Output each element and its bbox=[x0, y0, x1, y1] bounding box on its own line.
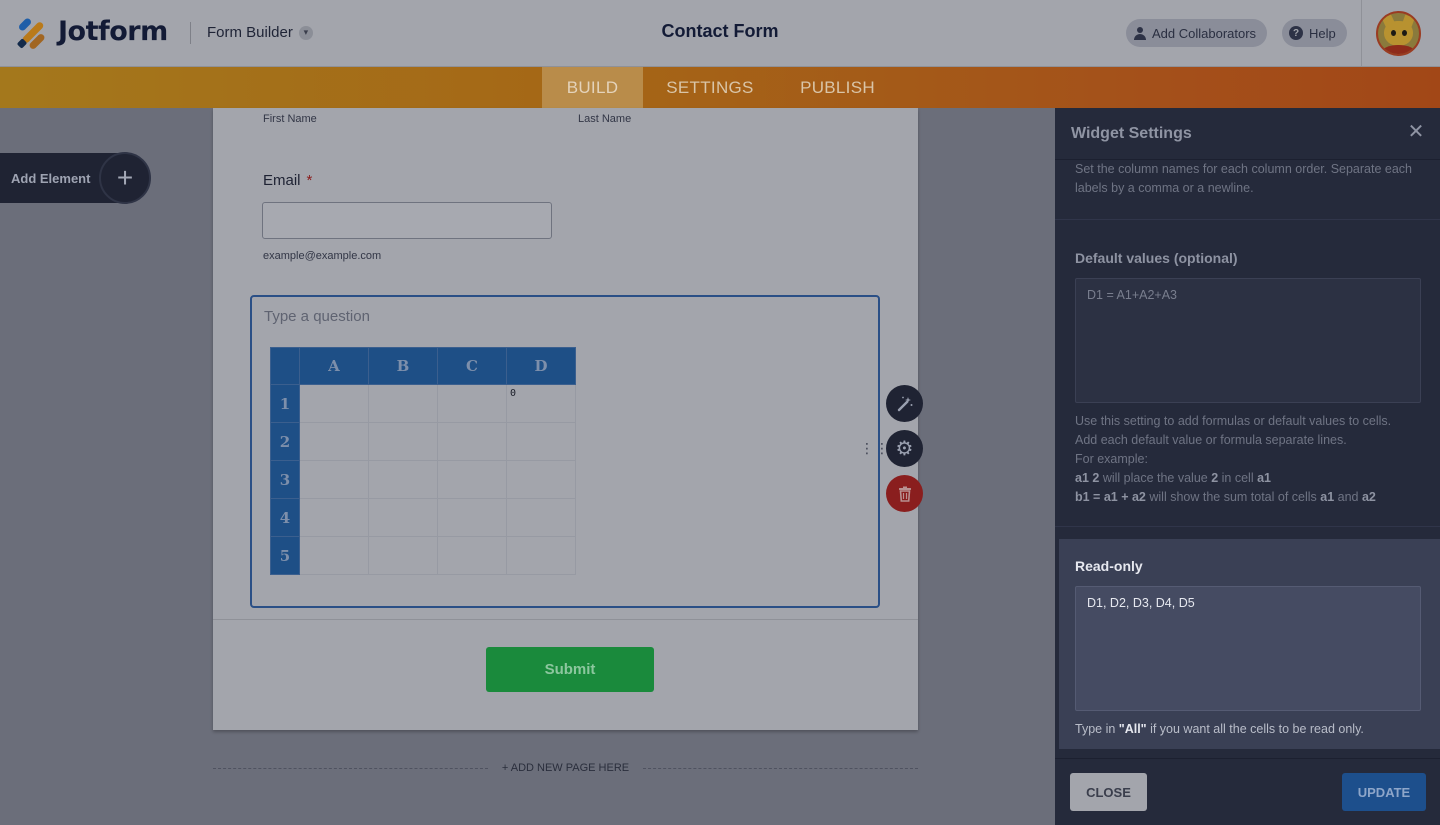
default-values-help: Use this setting to add formulas or defa… bbox=[1075, 414, 1392, 504]
trash-icon bbox=[898, 486, 911, 502]
top-header: Jotform Form Builder ▾ Contact Form Add … bbox=[0, 0, 1440, 67]
last-name-sublabel: Last Name bbox=[578, 113, 632, 125]
spreadsheet-cell[interactable] bbox=[299, 498, 369, 537]
column-header: A bbox=[299, 347, 369, 385]
question-label[interactable]: Type a question bbox=[264, 308, 370, 325]
read-only-label: Read-only bbox=[1075, 558, 1143, 574]
form-divider bbox=[213, 619, 918, 620]
spreadsheet-cell[interactable] bbox=[437, 422, 507, 461]
tab-settings[interactable]: SETTINGS bbox=[655, 67, 765, 108]
form-builder-dropdown[interactable]: Form Builder ▾ bbox=[207, 24, 313, 41]
widget-settings-panel: Widget Settings ✕ Set the column names f… bbox=[1055, 108, 1440, 825]
spreadsheet-cell[interactable] bbox=[299, 422, 369, 461]
read-only-help: Type in "All" if you want all the cells … bbox=[1075, 722, 1364, 736]
spreadsheet-cell[interactable] bbox=[368, 536, 438, 575]
widget-wizard-button[interactable] bbox=[886, 385, 923, 422]
person-icon bbox=[1134, 26, 1146, 40]
update-button[interactable]: UPDATE bbox=[1342, 773, 1426, 811]
jotform-logo-icon bbox=[16, 16, 48, 50]
tab-build[interactable]: BUILD bbox=[542, 67, 643, 108]
add-new-page-label: + ADD NEW PAGE HERE bbox=[501, 762, 630, 774]
plus-icon[interactable]: + bbox=[99, 152, 151, 204]
header-separator bbox=[1361, 0, 1362, 67]
row-header: 2 bbox=[270, 422, 300, 461]
tab-publish[interactable]: PUBLISH bbox=[790, 67, 885, 108]
spreadsheet-cell[interactable] bbox=[299, 536, 369, 575]
spreadsheet-cell[interactable] bbox=[506, 460, 576, 499]
submit-button[interactable]: Submit bbox=[486, 647, 654, 692]
add-collaborators-button[interactable]: Add Collaborators bbox=[1126, 19, 1268, 47]
email-label[interactable]: Email * bbox=[263, 172, 312, 189]
magic-wand-icon bbox=[897, 396, 912, 411]
default-values-textarea[interactable]: D1 = A1+A2+A3 bbox=[1075, 278, 1421, 403]
read-only-textarea[interactable]: D1, D2, D3, D4, D5 bbox=[1075, 586, 1421, 711]
first-name-sublabel: First Name bbox=[263, 113, 317, 125]
spreadsheet-cell[interactable] bbox=[437, 536, 507, 575]
add-collaborators-label: Add Collaborators bbox=[1152, 25, 1257, 41]
spreadsheet-cell[interactable] bbox=[437, 460, 507, 499]
required-mark: * bbox=[306, 172, 313, 189]
spreadsheet-widget[interactable]: A B C D 1 0 2 3 4 5 bbox=[270, 347, 576, 575]
builder-nav: BUILD SETTINGS PUBLISH bbox=[0, 67, 1440, 108]
email-hint: example@example.com bbox=[263, 250, 382, 262]
email-label-text: Email bbox=[263, 172, 301, 189]
help-label: Help bbox=[1309, 25, 1336, 41]
form-builder-label: Form Builder bbox=[207, 24, 293, 41]
spreadsheet-cell[interactable] bbox=[368, 422, 438, 461]
read-only-section: Read-only D1, D2, D3, D4, D5 Type in "Al… bbox=[1059, 539, 1440, 749]
add-element-label: Add Element bbox=[11, 171, 91, 186]
column-header: B bbox=[368, 347, 438, 385]
spreadsheet-cell[interactable] bbox=[437, 498, 507, 537]
spreadsheet-cell[interactable] bbox=[368, 460, 438, 499]
user-avatar[interactable] bbox=[1376, 11, 1421, 56]
spreadsheet-cell[interactable] bbox=[299, 384, 369, 423]
spreadsheet-cell[interactable] bbox=[299, 460, 369, 499]
widget-settings-button[interactable]: ⚙ bbox=[886, 430, 923, 467]
spreadsheet-cell[interactable] bbox=[368, 384, 438, 423]
close-icon[interactable]: ✕ bbox=[1406, 122, 1426, 142]
logo-text: Jotform bbox=[58, 16, 168, 47]
spreadsheet-cell[interactable]: 0 bbox=[506, 384, 576, 423]
form-title[interactable]: Contact Form bbox=[662, 21, 779, 41]
row-header: 1 bbox=[270, 384, 300, 423]
spreadsheet-cell[interactable] bbox=[506, 536, 576, 575]
panel-title: Widget Settings bbox=[1071, 125, 1192, 142]
jotform-logo[interactable]: Jotform bbox=[16, 16, 168, 50]
row-header: 4 bbox=[270, 498, 300, 537]
help-button[interactable]: ? Help bbox=[1282, 19, 1347, 47]
default-values-label: Default values (optional) bbox=[1075, 250, 1238, 266]
add-new-page[interactable]: + ADD NEW PAGE HERE bbox=[213, 761, 918, 775]
spreadsheet-cell[interactable] bbox=[437, 384, 507, 423]
spreadsheet-cell[interactable] bbox=[506, 422, 576, 461]
close-button[interactable]: CLOSE bbox=[1070, 773, 1147, 811]
email-field[interactable] bbox=[262, 202, 552, 239]
chevron-down-icon: ▾ bbox=[298, 25, 313, 40]
column-header: C bbox=[437, 347, 507, 385]
delete-field-button[interactable] bbox=[886, 475, 923, 512]
drag-handle-icon[interactable]: ⋮⋮ bbox=[860, 441, 889, 460]
spreadsheet-corner bbox=[270, 347, 300, 385]
column-header: D bbox=[506, 347, 576, 385]
question-icon: ? bbox=[1289, 26, 1303, 40]
add-element-button[interactable]: Add Element + bbox=[0, 152, 151, 204]
header-divider bbox=[190, 22, 191, 44]
row-header: 3 bbox=[270, 460, 300, 499]
spreadsheet-cell[interactable] bbox=[506, 498, 576, 537]
gear-icon: ⚙ bbox=[895, 438, 914, 460]
column-names-description: Set the column names for each column ord… bbox=[1075, 162, 1412, 195]
row-header: 5 bbox=[270, 536, 300, 575]
spreadsheet-cell[interactable] bbox=[368, 498, 438, 537]
